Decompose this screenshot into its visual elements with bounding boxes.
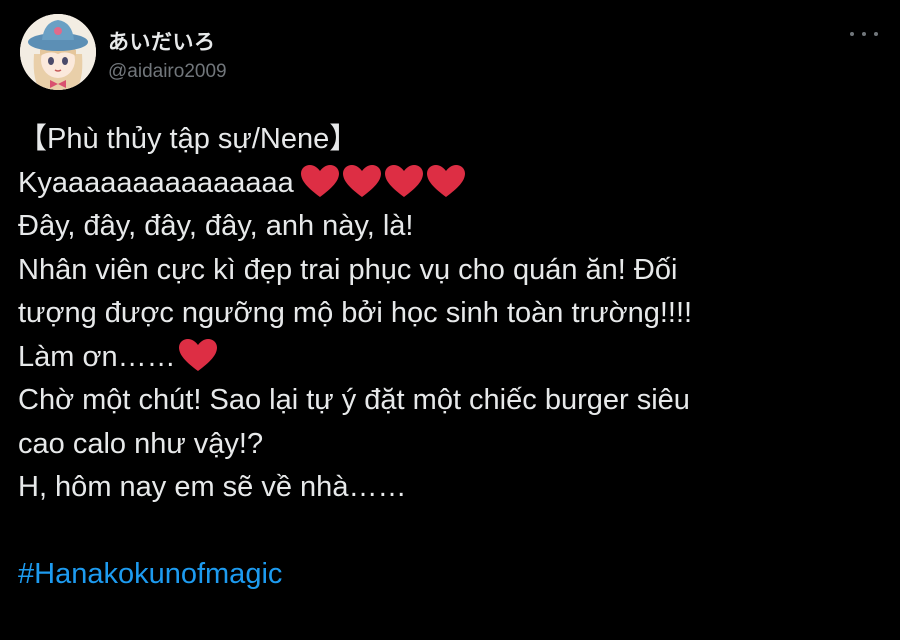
user-handle[interactable]: @aidairo2009 bbox=[108, 61, 227, 83]
avatar-image bbox=[20, 14, 96, 90]
red-heart-icon bbox=[342, 164, 381, 197]
hashtag-link[interactable]: #Hanakokunofmagic bbox=[18, 553, 878, 597]
tweet-line: tượng được ngưỡng mộ bởi học sinh toàn t… bbox=[18, 297, 693, 329]
more-horizontal-icon bbox=[850, 32, 854, 36]
tweet-line: Đây, đây, đây, đây, anh này, là! bbox=[18, 210, 414, 242]
tweet-line: Chờ một chút! Sao lại tự ý đặt một chiếc… bbox=[18, 384, 690, 416]
tweet-line: Kyaaaaaaaaaaaaaaa bbox=[18, 162, 878, 206]
tweet-line: H, hôm nay em sẽ về nhà…… bbox=[18, 471, 407, 503]
tweet-line: Nhân viên cực kì đẹp trai phục vụ cho qu… bbox=[18, 253, 678, 286]
red-heart-icon bbox=[426, 164, 465, 197]
red-heart-icon bbox=[384, 164, 423, 197]
display-name[interactable]: あいだいろ bbox=[108, 26, 216, 56]
tweet-text: 【Phù thủy tập sự/Nene】 Kyaaaaaaaaaaaaaaa… bbox=[18, 118, 878, 597]
red-heart-icon bbox=[300, 164, 339, 197]
avatar[interactable] bbox=[20, 14, 96, 90]
tweet-line: cao calo như vậy!? bbox=[18, 427, 264, 460]
red-heart-icon bbox=[178, 338, 217, 371]
tweet-line: Làm ơn…… bbox=[18, 336, 878, 380]
tweet-card: あいだいろ @aidairo2009 【Phù thủy tập sự/Nene… bbox=[0, 0, 900, 640]
tweet-line: 【Phù thủy tập sự/Nene】 bbox=[18, 123, 359, 155]
more-options-button[interactable] bbox=[850, 22, 878, 46]
